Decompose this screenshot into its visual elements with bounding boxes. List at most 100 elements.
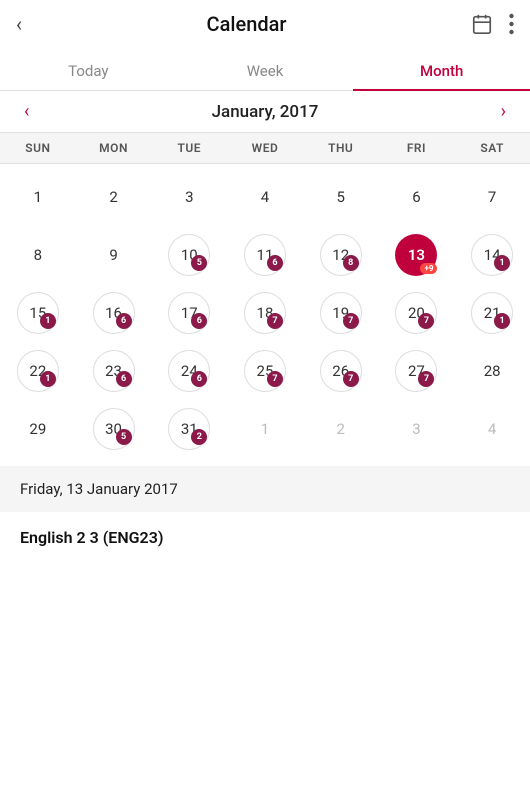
cal-cell-18[interactable]: 18 7 — [227, 284, 303, 342]
day-20[interactable]: 20 7 — [395, 292, 437, 334]
day-header-sun: SUN — [0, 133, 76, 163]
cal-cell-1[interactable]: 1 — [0, 168, 76, 226]
event-badge-22: 1 — [40, 371, 56, 387]
day-26[interactable]: 26 7 — [320, 350, 362, 392]
cal-cell-30[interactable]: 30 5 — [76, 400, 152, 458]
back-button[interactable]: ‹ — [16, 12, 22, 36]
event-badge-31: 2 — [191, 429, 207, 445]
day-28[interactable]: 28 — [471, 350, 513, 392]
cal-cell-2[interactable]: 2 — [76, 168, 152, 226]
day-10[interactable]: 10 5 — [168, 234, 210, 276]
calendar-grid: 1 2 3 4 5 6 7 8 9 — [0, 164, 530, 462]
day-19[interactable]: 19 7 — [320, 292, 362, 334]
day-header-sat: SAT — [454, 133, 530, 163]
event-badge-24: 6 — [191, 371, 207, 387]
event-badge-23: 6 — [116, 371, 132, 387]
day-29[interactable]: 29 — [17, 408, 59, 450]
month-nav: ‹ January, 2017 › — [0, 91, 530, 133]
day-2[interactable]: 2 — [93, 176, 135, 218]
event-badge-10: 5 — [191, 255, 207, 271]
cal-cell-feb4[interactable]: 4 — [454, 400, 530, 458]
day-9[interactable]: 9 — [93, 234, 135, 276]
day-8[interactable]: 8 — [17, 234, 59, 276]
cal-cell-4[interactable]: 4 — [227, 168, 303, 226]
cal-cell-feb3[interactable]: 3 — [379, 400, 455, 458]
cal-cell-20[interactable]: 20 7 — [379, 284, 455, 342]
day-15[interactable]: 15 1 — [17, 292, 59, 334]
day-feb-2[interactable]: 2 — [320, 408, 362, 450]
day-18[interactable]: 18 7 — [244, 292, 286, 334]
selected-date-bar: Friday, 13 January 2017 — [0, 466, 530, 512]
cal-cell-25[interactable]: 25 7 — [227, 342, 303, 400]
more-options-icon[interactable] — [509, 13, 514, 35]
day-feb-4[interactable]: 4 — [471, 408, 513, 450]
cal-cell-27[interactable]: 27 7 — [379, 342, 455, 400]
cal-cell-17[interactable]: 17 6 — [151, 284, 227, 342]
day-3[interactable]: 3 — [168, 176, 210, 218]
cal-cell-12[interactable]: 12 8 — [303, 226, 379, 284]
day-24[interactable]: 24 6 — [168, 350, 210, 392]
event-badge-20: 7 — [418, 313, 434, 329]
day-header-mon: MON — [76, 133, 152, 163]
cal-cell-14[interactable]: 14 1 — [454, 226, 530, 284]
cal-cell-29[interactable]: 29 — [0, 400, 76, 458]
cal-cell-16[interactable]: 16 6 — [76, 284, 152, 342]
cal-cell-10[interactable]: 10 5 — [151, 226, 227, 284]
cal-cell-15[interactable]: 15 1 — [0, 284, 76, 342]
day-feb-3[interactable]: 3 — [395, 408, 437, 450]
tabs-bar: Today Week Month — [0, 48, 530, 91]
day-21[interactable]: 21 1 — [471, 292, 513, 334]
day-17[interactable]: 17 6 — [168, 292, 210, 334]
event-badge-26: 7 — [343, 371, 359, 387]
footer-info: English 2 3 (ENG23) — [0, 512, 530, 563]
event-badge-14: 1 — [494, 255, 510, 271]
day-12[interactable]: 12 8 — [320, 234, 362, 276]
cal-cell-feb1[interactable]: 1 — [227, 400, 303, 458]
event-badge-25: 7 — [267, 371, 283, 387]
event-badge-18: 7 — [267, 313, 283, 329]
day-5[interactable]: 5 — [320, 176, 362, 218]
cal-cell-22[interactable]: 22 1 — [0, 342, 76, 400]
cal-cell-13[interactable]: 13 +9 — [379, 226, 455, 284]
cal-cell-6[interactable]: 6 — [379, 168, 455, 226]
tab-week[interactable]: Week — [177, 48, 354, 90]
day-27[interactable]: 27 7 — [395, 350, 437, 392]
day-header-tue: TUE — [151, 133, 227, 163]
cal-cell-26[interactable]: 26 7 — [303, 342, 379, 400]
day-14[interactable]: 14 1 — [471, 234, 513, 276]
tab-today[interactable]: Today — [0, 48, 177, 90]
day-1[interactable]: 1 — [17, 176, 59, 218]
cal-cell-19[interactable]: 19 7 — [303, 284, 379, 342]
day-4[interactable]: 4 — [244, 176, 286, 218]
cal-cell-21[interactable]: 21 1 — [454, 284, 530, 342]
cal-cell-3[interactable]: 3 — [151, 168, 227, 226]
calendar-icon[interactable] — [471, 13, 493, 35]
day-30[interactable]: 30 5 — [93, 408, 135, 450]
day-23[interactable]: 23 6 — [93, 350, 135, 392]
day-16[interactable]: 16 6 — [93, 292, 135, 334]
cal-cell-28[interactable]: 28 — [454, 342, 530, 400]
event-badge-16: 6 — [116, 313, 132, 329]
day-6[interactable]: 6 — [395, 176, 437, 218]
prev-month-button[interactable]: ‹ — [16, 101, 37, 122]
day-25[interactable]: 25 7 — [244, 350, 286, 392]
cal-cell-24[interactable]: 24 6 — [151, 342, 227, 400]
cal-cell-feb2[interactable]: 2 — [303, 400, 379, 458]
header: ‹ Calendar — [0, 0, 530, 48]
day-31[interactable]: 31 2 — [168, 408, 210, 450]
cal-cell-7[interactable]: 7 — [454, 168, 530, 226]
cal-cell-8[interactable]: 8 — [0, 226, 76, 284]
event-badge-11: 6 — [267, 255, 283, 271]
cal-cell-23[interactable]: 23 6 — [76, 342, 152, 400]
day-feb-1[interactable]: 1 — [244, 408, 286, 450]
next-month-button[interactable]: › — [493, 101, 514, 122]
day-13-today[interactable]: 13 +9 — [395, 234, 437, 276]
day-11[interactable]: 11 6 — [244, 234, 286, 276]
cal-cell-9[interactable]: 9 — [76, 226, 152, 284]
day-7[interactable]: 7 — [471, 176, 513, 218]
tab-month[interactable]: Month — [353, 48, 530, 90]
cal-cell-31[interactable]: 31 2 — [151, 400, 227, 458]
cal-cell-11[interactable]: 11 6 — [227, 226, 303, 284]
day-22[interactable]: 22 1 — [17, 350, 59, 392]
cal-cell-5[interactable]: 5 — [303, 168, 379, 226]
